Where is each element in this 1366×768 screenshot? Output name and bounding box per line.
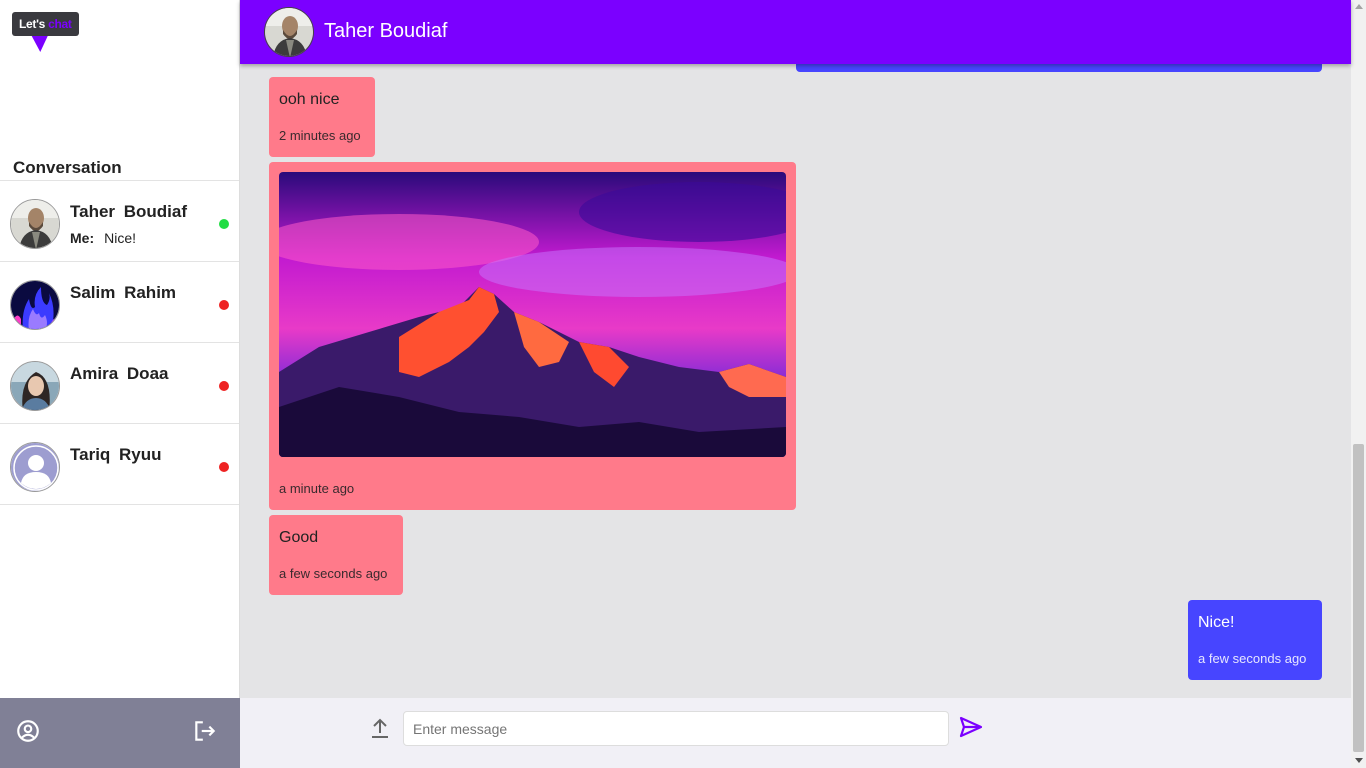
conversation-name: Taher Boudiaf [70, 202, 188, 221]
avatar [10, 199, 60, 249]
user-circle-icon[interactable] [15, 718, 41, 744]
sidebar-footer [0, 698, 240, 768]
chat-header: Taher Boudiaf [240, 0, 1351, 64]
message-time: a few seconds ago [1198, 651, 1307, 666]
conversation-list: Taher Boudiaf Me: Nice! Salim Rahim Amir… [0, 180, 239, 505]
incoming-message: Good a few seconds ago [269, 515, 403, 595]
message-text: ooh nice [279, 91, 340, 108]
message-time: a minute ago [279, 481, 355, 496]
offline-status-dot [219, 462, 229, 472]
message-input[interactable] [403, 711, 949, 746]
conversation-name: Tariq Ryuu [70, 445, 162, 464]
default-avatar-icon [10, 442, 60, 492]
upload-icon[interactable] [368, 716, 392, 740]
avatar [10, 361, 60, 411]
scroll-down-arrow-icon[interactable] [1355, 758, 1363, 763]
conversation-item-tariq[interactable]: Tariq Ryuu [0, 424, 239, 505]
outgoing-message: Nice! a few seconds ago [1188, 600, 1322, 680]
conversation-item-amira[interactable]: Amira Doaa [0, 343, 239, 424]
last-message-text: Nice! [104, 230, 137, 246]
conversation-heading: Conversation [13, 158, 122, 177]
conversation-name: Amira Doaa [70, 364, 169, 383]
scrollbar[interactable] [1351, 0, 1366, 768]
message-time: a few seconds ago [279, 566, 388, 581]
logo-accent-text: chat [48, 17, 72, 31]
conversation-last-message: Me: Nice! [70, 230, 136, 246]
incoming-image-message: a minute ago [269, 162, 796, 510]
mountain-sunset-photo[interactable] [279, 172, 786, 457]
offline-status-dot [219, 300, 229, 310]
scrollbar-thumb[interactable] [1353, 444, 1364, 752]
message-text: Good [279, 529, 319, 546]
app-logo: Let's chat [12, 12, 79, 52]
sidebar: Let's chat Conversation Taher Boudiaf Me… [0, 0, 240, 768]
logout-icon[interactable] [192, 718, 218, 744]
send-icon[interactable] [958, 715, 984, 739]
online-status-dot [219, 219, 229, 229]
conversation-item-salim[interactable]: Salim Rahim [0, 262, 239, 343]
logo-text: Let's [19, 17, 46, 31]
offline-status-dot [219, 381, 229, 391]
logo-tail [24, 36, 48, 52]
scroll-up-arrow-icon[interactable] [1355, 4, 1363, 9]
message-text: Nice! [1198, 614, 1235, 631]
chat-header-name: Taher Boudiaf [324, 20, 448, 42]
incoming-message: ooh nice 2 minutes ago [269, 77, 375, 157]
message-time: 2 minutes ago [279, 128, 361, 143]
last-message-prefix: Me: [70, 230, 95, 246]
avatar [264, 7, 314, 57]
avatar [10, 280, 60, 330]
conversation-item-taher[interactable]: Taher Boudiaf Me: Nice! [0, 181, 239, 262]
conversation-name: Salim Rahim [70, 283, 177, 302]
message-composer [240, 698, 1351, 768]
